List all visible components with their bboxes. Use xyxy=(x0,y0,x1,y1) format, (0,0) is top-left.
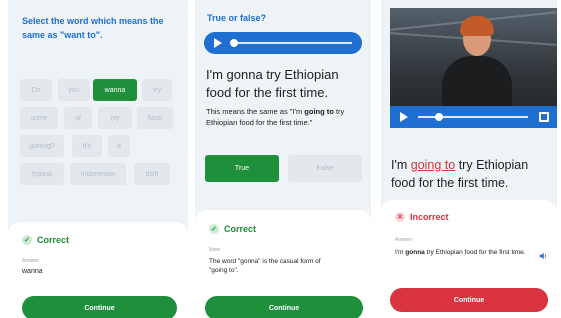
note-text: The word "gonna" is the casual form of "… xyxy=(209,258,321,274)
word-chip[interactable]: It's xyxy=(72,135,102,157)
speaker-icon[interactable] xyxy=(539,252,547,260)
answer-text: I'm gonna try Ethiopian food for the fir… xyxy=(395,248,527,257)
feedback-header: ✕ Incorrect xyxy=(395,212,449,222)
prompt-sentence: I'm gonna try Ethiopian food for the fir… xyxy=(206,67,339,100)
video-controls[interactable] xyxy=(390,106,557,128)
exercise-panel-true-false: True or false? I'm gonna try Ethiopian f… xyxy=(195,0,371,318)
statement-text: This means the same as "I'm going to try… xyxy=(206,106,366,128)
word-chip[interactable]: try xyxy=(142,79,172,101)
feedback-status: Correct xyxy=(224,224,257,234)
word-chip[interactable]: of xyxy=(64,107,92,129)
exercise-panel-word-choice: Select the word which means the same as … xyxy=(8,0,188,318)
word-chip[interactable]: some xyxy=(20,107,58,129)
feedback-status: Correct xyxy=(37,235,70,245)
note-label: Note: xyxy=(209,247,221,253)
answer-label: Answer: xyxy=(395,237,414,243)
audio-progress-track[interactable] xyxy=(232,42,352,44)
false-button[interactable]: False xyxy=(288,155,362,182)
feedback-sheet: ✕ Incorrect Answer: I'm gonna try Ethiop… xyxy=(381,200,557,318)
word-chip[interactable]: Do xyxy=(20,79,52,101)
sentence-pre: I'm xyxy=(391,158,411,172)
word-chip[interactable]: a xyxy=(108,135,130,157)
continue-button[interactable]: Continue xyxy=(390,288,548,312)
statement-text-bold: going to xyxy=(304,107,334,116)
word-chip[interactable]: typical xyxy=(20,163,64,185)
feedback-header: ✓ Correct xyxy=(209,224,256,234)
feedback-header: ✓ Correct xyxy=(22,235,69,245)
true-button[interactable]: True xyxy=(205,155,279,182)
audio-scrub-handle[interactable] xyxy=(230,39,238,47)
word-chip[interactable]: goreng? xyxy=(20,135,64,157)
x-icon: ✕ xyxy=(395,212,405,222)
word-chip[interactable]: Nasi xyxy=(137,107,173,129)
check-icon: ✓ xyxy=(22,235,32,245)
answer-label: Answer: xyxy=(22,258,41,264)
word-chip[interactable]: you xyxy=(58,79,90,101)
answer-text: wanna xyxy=(22,268,43,275)
audio-player[interactable] xyxy=(204,32,362,54)
video-player[interactable] xyxy=(390,8,557,128)
word-chip[interactable]: my xyxy=(98,107,132,129)
answer-text-bold: gonna xyxy=(405,249,425,256)
video-scrub-handle[interactable] xyxy=(435,113,443,121)
statement-text-pre: This means the same as "I'm xyxy=(206,107,305,116)
speaker-hair xyxy=(460,16,494,36)
feedback-sheet: ✓ Correct Note: The word "gonna" is the … xyxy=(195,210,371,318)
prompt-sentence: I'm going to try Ethiopian food for the … xyxy=(391,156,553,192)
feedback-sheet: ✓ Correct Answer: wanna Continue xyxy=(8,222,188,318)
exercise-panel-video: I'm going to try Ethiopian food for the … xyxy=(381,0,557,318)
check-icon: ✓ xyxy=(209,224,219,234)
word-chip-selected[interactable]: wanna xyxy=(93,79,137,101)
play-icon[interactable] xyxy=(214,38,222,48)
question-text: Select the word which means the same as … xyxy=(22,16,164,40)
word-chip[interactable]: Indonesian xyxy=(70,163,126,185)
feedback-status: Incorrect xyxy=(410,212,449,222)
continue-button[interactable]: Continue xyxy=(22,296,177,318)
answer-text-pre: I'm xyxy=(395,249,406,256)
highlighted-phrase: going to xyxy=(410,158,456,172)
continue-button[interactable]: Continue xyxy=(205,296,363,318)
word-chip[interactable]: dish xyxy=(134,163,170,185)
fullscreen-icon[interactable] xyxy=(539,112,549,122)
play-icon[interactable] xyxy=(400,112,408,122)
answer-text-post: try Ethiopian food for the first time. xyxy=(424,249,526,256)
question-title: True or false? xyxy=(207,13,267,23)
